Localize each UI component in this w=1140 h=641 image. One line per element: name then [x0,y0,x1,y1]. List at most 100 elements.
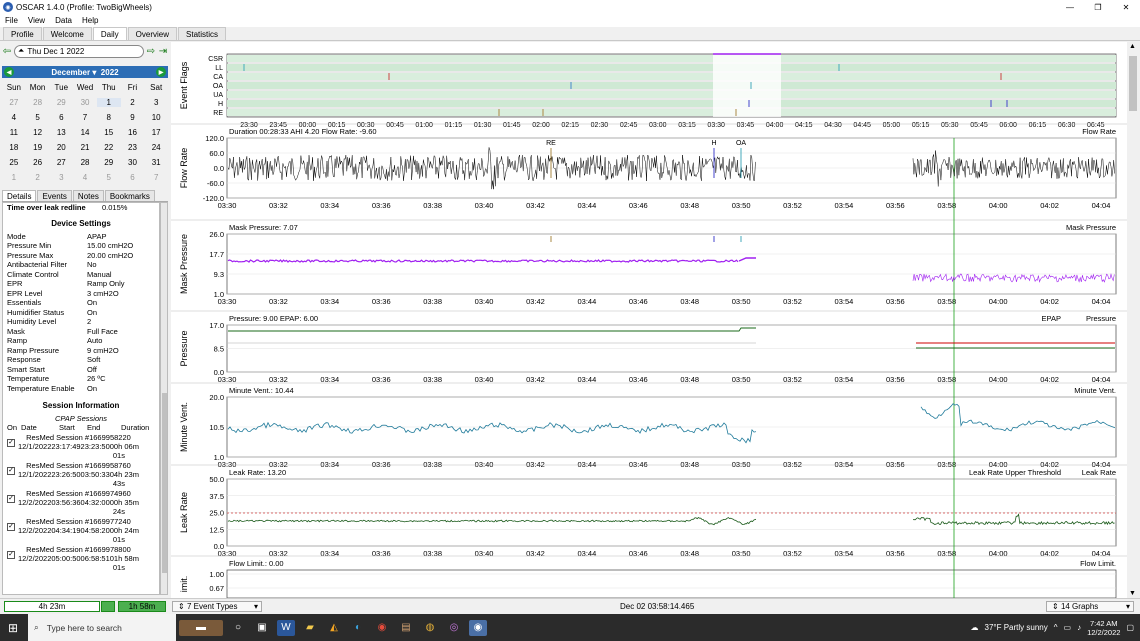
calendar-day[interactable]: 23 [121,143,145,152]
word-icon[interactable]: W [277,619,295,636]
graphs-dropdown[interactable]: ⇕ 14 Graphs ▾ [1046,601,1134,612]
calendar-day[interactable]: 27 [49,158,73,167]
calendar-day[interactable]: 21 [73,143,97,152]
scroll-up-icon[interactable]: ▲ [1129,43,1136,50]
calendar-day[interactable]: 5 [97,173,121,182]
calendar-day[interactable]: 31 [144,158,168,167]
calendar-day[interactable]: 17 [144,128,168,137]
session-checkbox[interactable]: ✓ [7,439,15,447]
calendar-day[interactable]: 1 [96,98,121,107]
calendar-day[interactable]: 11 [2,128,26,137]
clock[interactable]: 7:42 AM 12/2/2022 [1087,619,1120,637]
calendar-day[interactable]: 19 [26,143,50,152]
weather-text[interactable]: 37°F Partly sunny [985,623,1048,632]
session-checkbox[interactable]: ✓ [7,523,15,531]
calendar-day[interactable]: 15 [97,128,121,137]
calendar-day[interactable]: 1 [2,173,26,182]
calendar-day[interactable]: 24 [144,143,168,152]
calendar-day[interactable]: 18 [2,143,26,152]
tab-details[interactable]: Details [2,190,37,201]
calendar-day[interactable]: 29 [49,98,73,107]
calendar-day[interactable]: 2 [121,98,145,107]
session-duration-bar[interactable]: 4h 23m [4,601,100,612]
date-selector[interactable]: ⏶ Thu Dec 1 2022 [14,44,144,58]
graphs-area[interactable]: CSRLLCAOAUAHRE23:30 23:45 00:00 00:15 00:30 0… [171,42,1127,598]
calendar-day[interactable]: 26 [26,158,50,167]
next-month-icon[interactable]: ▶ [156,67,166,77]
session-row[interactable]: ✓ ResMed Session #1669958220 12/1/202223:1… [7,433,155,460]
calendar-day[interactable]: 30 [121,158,145,167]
calendar-day[interactable]: 20 [49,143,73,152]
tray-arrow-icon[interactable]: ^ [1054,623,1058,632]
calendar-day[interactable]: 7 [144,173,168,182]
graphs-scrollbar[interactable]: ▲ ▼ [1127,42,1139,598]
calendar-day[interactable]: 6 [49,113,73,122]
tab-events[interactable]: Events [37,190,72,201]
calendar-day[interactable]: 28 [26,98,50,107]
calendar-day[interactable]: 22 [97,143,121,152]
scroll-thumb[interactable] [162,393,167,573]
task-view-icon[interactable]: ▣ [253,620,271,636]
calendar-day[interactable]: 28 [73,158,97,167]
session-checkbox[interactable]: ✓ [7,551,15,559]
calendar-day[interactable]: 29 [97,158,121,167]
session-checkbox[interactable]: ✓ [7,467,15,475]
tab-welcome[interactable]: Welcome [42,27,92,40]
notification-icon[interactable]: ▢ [1126,623,1134,632]
session-duration-bar-2[interactable]: 1h 58m [118,601,166,612]
menu-data[interactable]: Data [50,16,77,25]
tab-overview[interactable]: Overview [127,27,178,40]
details-scrollbar[interactable] [160,202,168,595]
calendar-day[interactable]: 4 [2,113,26,122]
calendar-day[interactable]: 14 [73,128,97,137]
calendar-day[interactable]: 13 [49,128,73,137]
edge-icon[interactable]: ◐ [349,620,367,636]
event-types-dropdown[interactable]: ⇕ 7 Event Types ▾ [172,601,262,612]
session-duration-segment[interactable] [101,601,115,612]
calendar-day[interactable]: 25 [2,158,26,167]
calendar-day[interactable]: 30 [73,98,97,107]
tab-notes[interactable]: Notes [72,190,104,201]
session-row[interactable]: ✓ ResMed Session #1669977240 12/2/202204:3… [7,517,155,544]
tab-daily[interactable]: Daily [92,27,127,40]
session-checkbox[interactable]: ✓ [7,495,15,503]
calendar-day[interactable]: 7 [73,113,97,122]
tab-statistics[interactable]: Statistics [178,27,227,40]
next-day-arrow-icon[interactable]: ⇨ [146,46,156,57]
taskbar-search[interactable]: ⌕ Type here to search [28,614,176,641]
calendar-day[interactable]: 6 [121,173,145,182]
calendar-day[interactable]: 3 [49,173,73,182]
oscar-taskbar-icon[interactable]: ◉ [469,619,487,636]
file-explorer-icon[interactable]: ▰ [301,620,319,636]
network-icon[interactable]: ▭ [1064,623,1072,632]
app-icon-2[interactable]: ◉ [373,620,391,636]
tab-bookmarks[interactable]: Bookmarks [104,190,155,201]
prev-day-arrow-icon[interactable]: ⇦ [2,46,12,57]
calendar-day[interactable]: 10 [144,113,168,122]
calendar-day[interactable]: 4 [73,173,97,182]
tab-profile[interactable]: Profile [3,27,42,40]
app-icon-4[interactable]: ◎ [445,620,463,636]
last-day-arrow-icon[interactable]: ⇥ [158,46,168,57]
calendar-day[interactable]: 5 [26,113,50,122]
close-button[interactable]: ✕ [1112,0,1140,14]
graphs-scroll-thumb[interactable] [1129,56,1137,111]
calendar-day[interactable]: 27 [2,98,26,107]
session-row[interactable]: ✓ ResMed Session #1669958760 12/1/202223:2… [7,461,155,488]
session-row[interactable]: ✓ ResMed Session #1669974960 12/2/202203:5… [7,489,155,516]
calendar-day[interactable]: 9 [121,113,145,122]
calendar-day[interactable]: 8 [97,113,121,122]
chrome-icon[interactable]: ◍ [421,620,439,636]
windows-start-icon[interactable]: ⊞ [8,621,18,635]
prev-month-icon[interactable]: ◀ [4,67,14,77]
session-row[interactable]: ✓ ResMed Session #1669978800 12/2/202205:0… [7,545,155,572]
scroll-down-icon[interactable]: ▼ [1129,590,1136,597]
menu-view[interactable]: View [23,16,50,25]
calendar-day[interactable]: 12 [26,128,50,137]
calendar-year[interactable]: 2022 [101,68,119,77]
app-icon-1[interactable]: ◭ [325,620,343,636]
app-icon-3[interactable]: ▤ [397,620,415,636]
minimize-button[interactable]: — [1056,0,1084,14]
volume-icon[interactable]: ♪ [1077,623,1081,632]
taskbar-widget-icon[interactable]: ▬ [179,619,223,636]
